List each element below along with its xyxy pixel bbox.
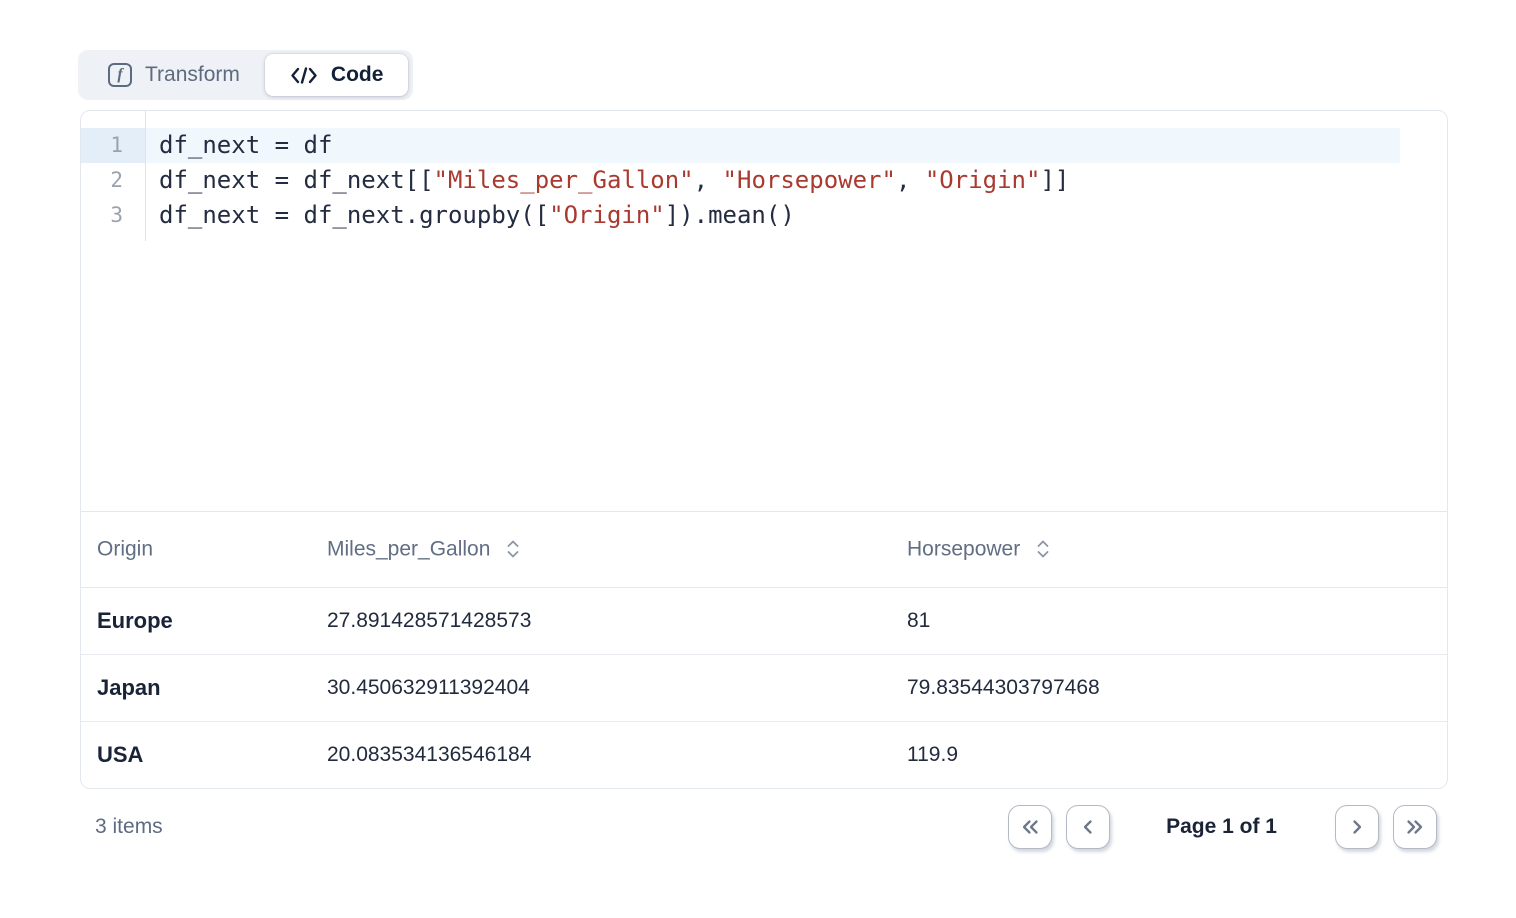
next-page-button[interactable] [1335, 805, 1379, 849]
cell-value: 119.9 [891, 721, 1447, 788]
result-table: Origin Miles_per_Gallon Horsepower Europe2… [81, 512, 1447, 788]
code-token: , [694, 166, 723, 194]
table-body: Europe27.89142857142857381Japan30.450632… [81, 587, 1447, 788]
sort-icon[interactable] [505, 538, 521, 560]
code-editor[interactable]: 123 df_next = df df_next = df_next[["Mile… [81, 111, 1447, 512]
cell-value: 27.891428571428573 [311, 587, 891, 654]
sort-icon[interactable] [1035, 538, 1051, 560]
column-header-label: Miles_per_Gallon [327, 537, 490, 560]
code-line[interactable]: df_next = df_next[["Miles_per_Gallon", "… [146, 163, 1400, 198]
column-header-origin: Origin [81, 512, 311, 587]
cell-value: 30.450632911392404 [311, 654, 891, 721]
cell-origin: Europe [81, 587, 311, 654]
column-header-horsepower[interactable]: Horsepower [891, 512, 1447, 587]
table-row: USA20.083534136546184119.9 [81, 721, 1447, 788]
code-token: ]).mean() [665, 201, 795, 229]
code-string-token: "Miles_per_Gallon" [434, 166, 694, 194]
table-footer: 3 items Page 1 of 1 [80, 800, 1448, 854]
chevron-left-icon [1078, 817, 1098, 837]
pagination-controls: Page 1 of 1 [1008, 805, 1437, 849]
code-icon [290, 66, 318, 85]
table-header-row: Origin Miles_per_Gallon Horsepower [81, 512, 1447, 587]
code-token: df_next = df_next[[ [159, 166, 434, 194]
line-number: 2 [81, 163, 145, 198]
line-number: 1 [81, 128, 145, 163]
page-indicator: Page 1 of 1 [1166, 815, 1277, 839]
transform-widget: 123 df_next = df df_next = df_next[["Mile… [80, 110, 1448, 789]
chevron-right-icon [1347, 817, 1367, 837]
cell-origin: Japan [81, 654, 311, 721]
cell-origin: USA [81, 721, 311, 788]
double-chevron-left-icon [1020, 817, 1040, 837]
cell-value: 81 [891, 587, 1447, 654]
cell-value: 79.83544303797468 [891, 654, 1447, 721]
column-header-label: Horsepower [907, 537, 1020, 560]
code-string-token: "Horsepower" [723, 166, 896, 194]
line-number-gutter: 123 [81, 111, 146, 241]
function-icon: f [108, 63, 132, 87]
code-line[interactable]: df_next = df [146, 128, 1400, 163]
tab-transform-label: Transform [145, 63, 240, 87]
column-header-label: Origin [97, 537, 153, 560]
first-page-button[interactable] [1008, 805, 1052, 849]
double-chevron-right-icon [1405, 817, 1425, 837]
code-line[interactable]: df_next = df_next.groupby(["Origin"]).me… [146, 198, 1400, 233]
code-string-token: "Origin" [925, 166, 1041, 194]
items-count: 3 items [95, 815, 163, 839]
tab-code[interactable]: Code [265, 54, 409, 96]
line-number: 3 [81, 198, 145, 233]
column-header-miles_per_gallon[interactable]: Miles_per_Gallon [311, 512, 891, 587]
last-page-button[interactable] [1393, 805, 1437, 849]
cell-value: 20.083534136546184 [311, 721, 891, 788]
code-string-token: "Origin" [549, 201, 665, 229]
table-row: Japan30.45063291139240479.83544303797468 [81, 654, 1447, 721]
code-token: df_next = df [159, 131, 332, 159]
code-token: , [896, 166, 925, 194]
previous-page-button[interactable] [1066, 805, 1110, 849]
code-token: ]] [1040, 166, 1069, 194]
code-lines[interactable]: df_next = df df_next = df_next[["Miles_pe… [146, 111, 1447, 241]
editor-mode-tabs: f Transform Code [78, 50, 413, 100]
tab-code-label: Code [331, 63, 384, 87]
table-row: Europe27.89142857142857381 [81, 587, 1447, 654]
code-token: df_next = df_next.groupby([ [159, 201, 549, 229]
tab-transform[interactable]: f Transform [83, 54, 265, 96]
